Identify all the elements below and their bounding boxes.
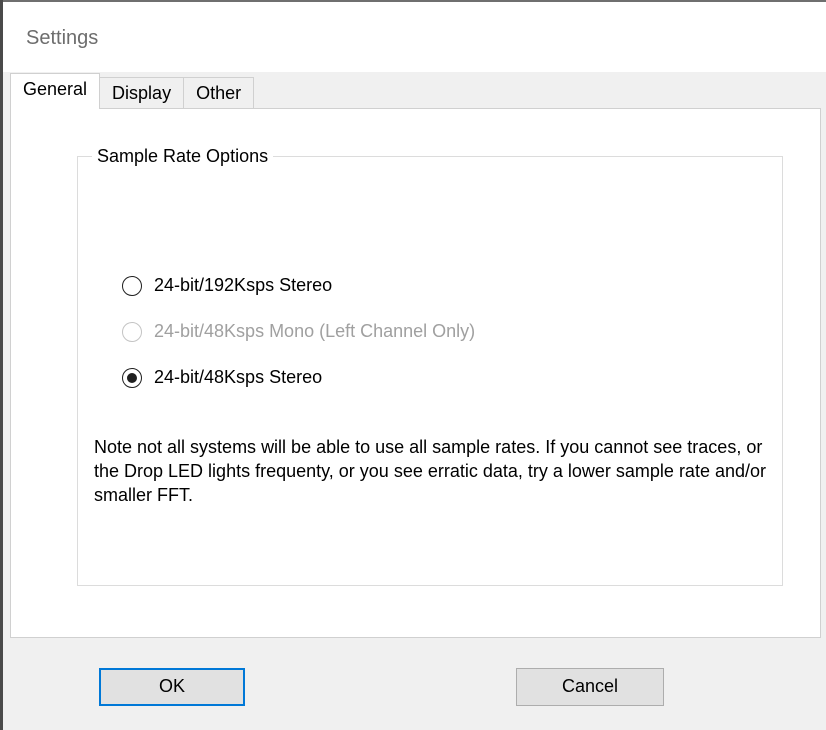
- radio-48ksps-mono: 24-bit/48Ksps Mono (Left Channel Only): [122, 321, 475, 342]
- radio-label: 24-bit/48Ksps Stereo: [154, 367, 323, 387]
- sample-rate-options-group: Sample Rate Options 24-bit/192Ksps Stere…: [77, 144, 783, 586]
- radio-label: 24-bit/192Ksps Stereo: [154, 275, 333, 295]
- tab-other[interactable]: Other: [183, 77, 255, 109]
- radio-48ksps-stereo[interactable]: 24-bit/48Ksps Stereo: [122, 367, 322, 388]
- general-tab-panel: Sample Rate Options 24-bit/192Ksps Stere…: [10, 108, 821, 638]
- sample-rate-note: Note not all systems will be able to use…: [94, 437, 766, 505]
- radio-label: 24-bit/48Ksps Mono (Left Channel Only): [154, 321, 476, 341]
- cancel-button[interactable]: Cancel: [516, 668, 664, 706]
- radio-checked-icon[interactable]: [122, 367, 142, 388]
- ok-button[interactable]: OK: [99, 668, 245, 706]
- tab-display[interactable]: Display: [99, 77, 185, 109]
- radio-dot-icon: [127, 372, 137, 383]
- tab-strip: General Display Other: [10, 73, 255, 109]
- radio-192ksps-stereo[interactable]: 24-bit/192Ksps Stereo: [122, 275, 332, 296]
- window-top-border: [0, 0, 826, 2]
- group-legend: Sample Rate Options: [92, 144, 274, 168]
- window-title: Settings: [26, 27, 99, 49]
- tab-general[interactable]: General: [10, 73, 101, 109]
- radio-unchecked-icon[interactable]: [122, 275, 142, 296]
- settings-dialog: Settings General Display Other Sample Ra…: [0, 0, 826, 730]
- radio-unchecked-icon: [122, 321, 142, 342]
